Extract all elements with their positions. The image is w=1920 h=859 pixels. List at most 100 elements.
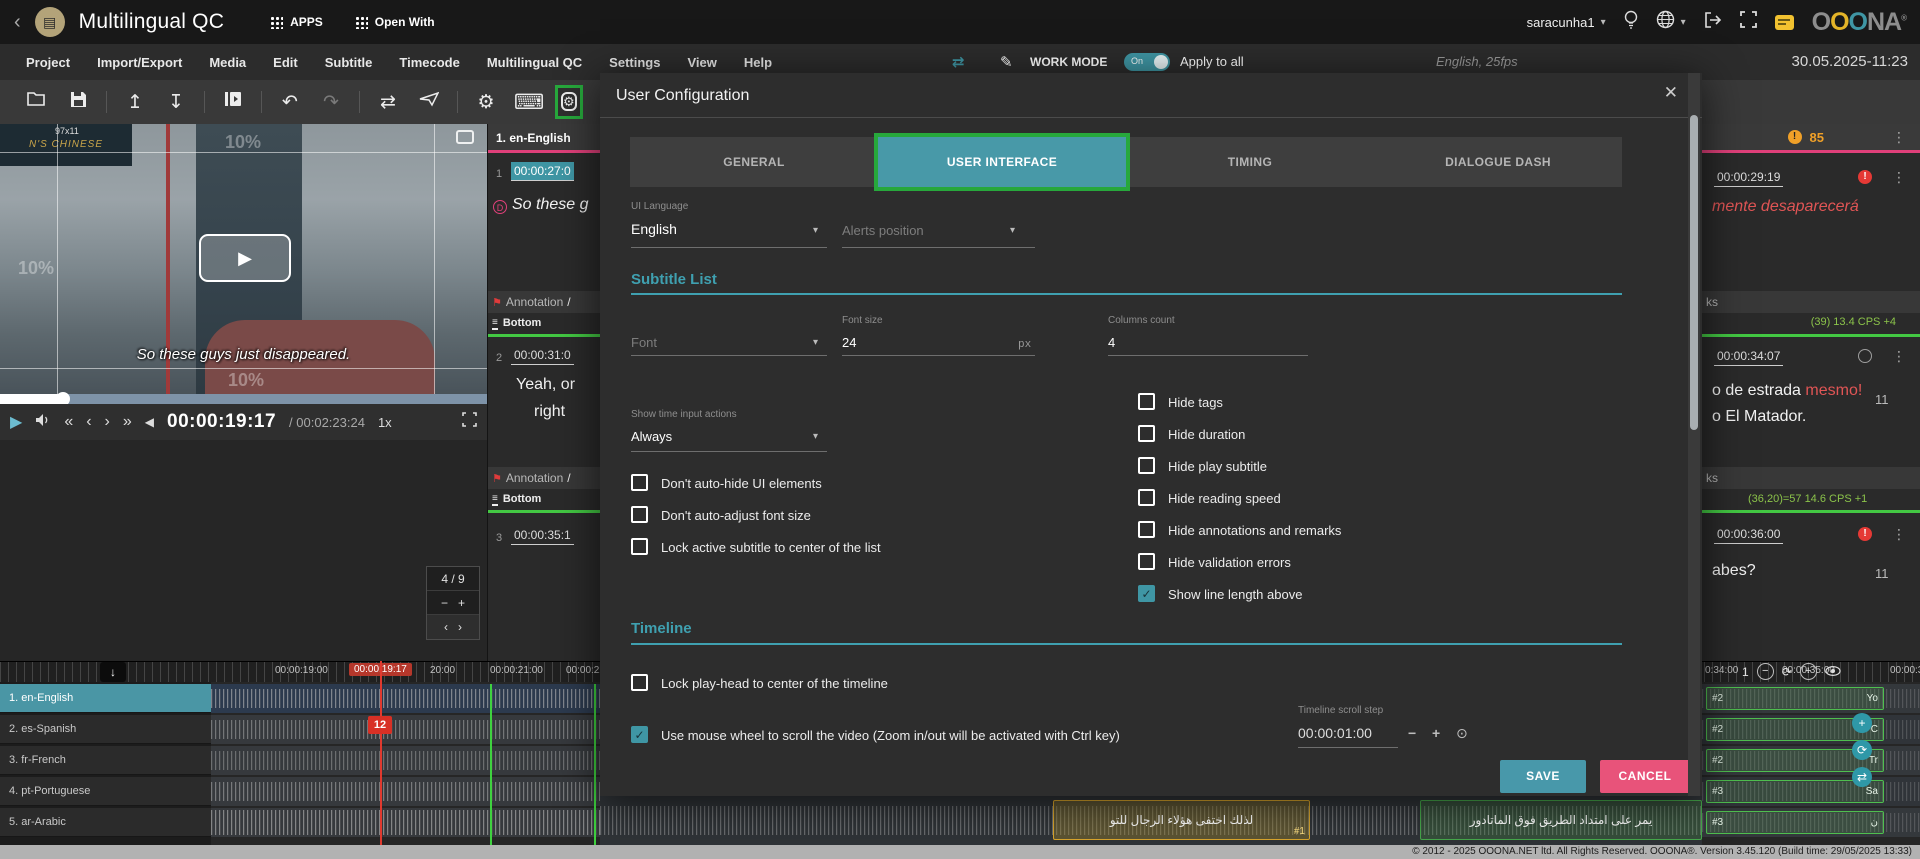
redo-icon[interactable]: ↷ xyxy=(318,91,344,114)
video-fullscreen-icon[interactable] xyxy=(462,412,477,432)
annotation-band[interactable]: ⚑ Annotation / xyxy=(488,291,600,313)
menu-help[interactable]: Help xyxy=(744,55,772,70)
menu-import-export[interactable]: Import/Export xyxy=(97,55,182,70)
send-icon[interactable] xyxy=(416,91,442,113)
subtitle-block-arabic[interactable]: لذلك اختفى هؤلاء الرجال للتو #1 xyxy=(1053,800,1310,840)
chevron-down-icon[interactable]: ▾ xyxy=(813,337,818,348)
frame-back-icon[interactable]: ◀ xyxy=(145,415,154,429)
dialog-scrollbar-thumb[interactable] xyxy=(1690,115,1698,430)
waveform-lane-es[interactable] xyxy=(211,715,600,744)
zoom-in-icon[interactable]: + xyxy=(1800,663,1817,680)
settings-gear-icon[interactable]: ⚙ xyxy=(473,91,499,114)
track-en[interactable]: 1. en-English xyxy=(0,684,211,713)
checkbox-dont-auto-hide[interactable] xyxy=(631,474,648,491)
tab-dialogue-dash[interactable]: DIALOGUE DASH xyxy=(1374,137,1622,187)
columns-count-input[interactable]: 4 xyxy=(1108,335,1115,350)
subtitle-time-in[interactable]: 00:00:29:19 xyxy=(1714,168,1783,187)
apply-to-all-label[interactable]: Apply to all xyxy=(1180,54,1244,69)
checkbox-dont-auto-adjust-font[interactable] xyxy=(631,506,648,523)
playhead[interactable] xyxy=(380,661,382,845)
remarks-band[interactable]: ks xyxy=(1702,467,1920,489)
subtitle-time-in[interactable]: 00:00:31:0 xyxy=(511,346,574,365)
subtitle-text[interactable]: mente desaparecerá xyxy=(1712,198,1859,216)
close-icon[interactable]: ✕ xyxy=(1664,83,1678,103)
rewind-icon[interactable]: « xyxy=(64,413,73,431)
next-page-button[interactable]: › xyxy=(458,620,462,634)
video-frame[interactable]: N'S CHINESE 97x11 10% 10% 10% ▶ So these… xyxy=(0,124,487,394)
checkbox-lock-active-subtitle[interactable] xyxy=(631,538,648,555)
more-options-icon[interactable]: ⋮ xyxy=(1892,129,1906,146)
subtitle-time-in[interactable]: 00:00:34:07 xyxy=(1714,347,1783,366)
open-with-button[interactable]: Open With xyxy=(355,15,435,29)
open-project-icon[interactable] xyxy=(24,91,50,113)
waveform-lane-pt[interactable] xyxy=(211,777,600,806)
swap-track-button[interactable]: ⇄ xyxy=(1852,767,1872,787)
track-pt[interactable]: 4. pt-Portuguese xyxy=(0,777,211,806)
track-fr[interactable]: 3. fr-French xyxy=(0,746,211,775)
work-mode-toggle[interactable]: On xyxy=(1124,53,1170,71)
zoom-out-icon[interactable]: − xyxy=(1757,663,1774,680)
frame-mode-icon[interactable] xyxy=(456,130,474,144)
menu-multilingual-qc[interactable]: Multilingual QC xyxy=(487,55,582,70)
cancel-button[interactable]: CANCEL xyxy=(1600,760,1690,793)
ui-language-select[interactable]: English xyxy=(631,221,677,237)
menu-view[interactable]: View xyxy=(687,55,716,70)
subtitle-text[interactable]: right xyxy=(534,403,565,421)
subtitle-text[interactable]: o de estrada mesmo! xyxy=(1712,382,1862,400)
menu-settings[interactable]: Settings xyxy=(609,55,660,70)
track-es[interactable]: 2. es-Spanish xyxy=(0,715,211,744)
waveform-lane-en[interactable] xyxy=(211,684,600,713)
menu-media[interactable]: Media xyxy=(209,55,246,70)
sync-icon[interactable]: ⇄ xyxy=(375,91,401,114)
tab-general[interactable]: GENERAL xyxy=(630,137,878,187)
chevron-down-icon[interactable]: ▾ xyxy=(813,225,818,236)
save-button[interactable]: SAVE xyxy=(1500,760,1586,793)
undo-icon[interactable]: ↶ xyxy=(277,91,303,114)
remarks-band[interactable]: ks xyxy=(1702,291,1920,313)
subtitle-block[interactable]: #2Yo xyxy=(1706,687,1884,710)
timeline-scroll-step-input[interactable]: 00:00:01:00 xyxy=(1298,725,1372,741)
position-row[interactable]: ≡ Bottom xyxy=(488,490,600,508)
font-size-input[interactable]: 24 xyxy=(842,335,856,350)
error-icon[interactable]: ! xyxy=(1858,170,1872,184)
alerts-position-select[interactable]: Alerts position xyxy=(842,223,924,238)
zoom-out-button[interactable]: − xyxy=(441,596,448,610)
checkbox-hide-reading-speed[interactable] xyxy=(1138,489,1155,506)
download-icon[interactable]: ↧ xyxy=(163,91,189,114)
more-options-icon[interactable]: ⋮ xyxy=(1892,526,1906,543)
subtitle-block-arabic[interactable]: يمر على امتداد الطريق فوق الماتادور xyxy=(1420,800,1702,840)
step-forward-icon[interactable]: › xyxy=(105,413,110,431)
refresh-track-button[interactable]: ⟳ xyxy=(1852,740,1872,760)
position-row[interactable]: ≡ Bottom xyxy=(488,314,600,332)
big-play-button[interactable]: ▶ xyxy=(199,234,291,282)
validated-icon[interactable] xyxy=(1858,349,1872,363)
chevron-down-icon[interactable]: ▾ xyxy=(813,431,818,442)
step-back-icon[interactable]: ‹ xyxy=(86,413,91,431)
fast-forward-icon[interactable]: » xyxy=(123,413,132,431)
subtitle-text[interactable]: abes? xyxy=(1712,562,1756,580)
apps-button[interactable]: APPS xyxy=(270,15,323,29)
reset-zoom-icon[interactable]: ⟳ xyxy=(1782,665,1792,679)
volume-icon[interactable] xyxy=(35,413,51,432)
more-options-icon[interactable]: ⋮ xyxy=(1892,348,1906,365)
checkbox-show-line-length[interactable]: ✓ xyxy=(1138,585,1155,602)
subtitle-text[interactable]: o El Matador. xyxy=(1712,408,1806,426)
subtitle-time-in[interactable]: 00:00:35:1 xyxy=(511,526,574,545)
error-count-badge[interactable]: 85 xyxy=(1810,130,1824,145)
checkbox-lock-playhead[interactable] xyxy=(631,674,648,691)
chevron-down-icon[interactable]: ▾ xyxy=(1010,225,1015,236)
error-icon[interactable]: ! xyxy=(1858,527,1872,541)
annotation-band[interactable]: ⚑ Annotation / xyxy=(488,467,600,489)
tab-timing[interactable]: TIMING xyxy=(1126,137,1374,187)
zoom-in-button[interactable]: + xyxy=(458,596,465,610)
language-globe-menu[interactable]: ▾ xyxy=(1656,10,1686,34)
font-select[interactable]: Font xyxy=(631,335,657,350)
menu-timecode[interactable]: Timecode xyxy=(399,55,459,70)
add-subtitle-button[interactable]: + xyxy=(1852,713,1872,733)
checkbox-mouse-wheel-scroll[interactable]: ✓ xyxy=(631,726,648,743)
subtitle-text[interactable]: Yeah, or xyxy=(516,376,575,394)
upload-icon[interactable]: ↥ xyxy=(122,91,148,114)
user-menu[interactable]: saracunha1 ▾ xyxy=(1527,15,1606,30)
video-progress-bar[interactable] xyxy=(0,394,487,404)
preview-video-icon[interactable] xyxy=(220,91,246,113)
